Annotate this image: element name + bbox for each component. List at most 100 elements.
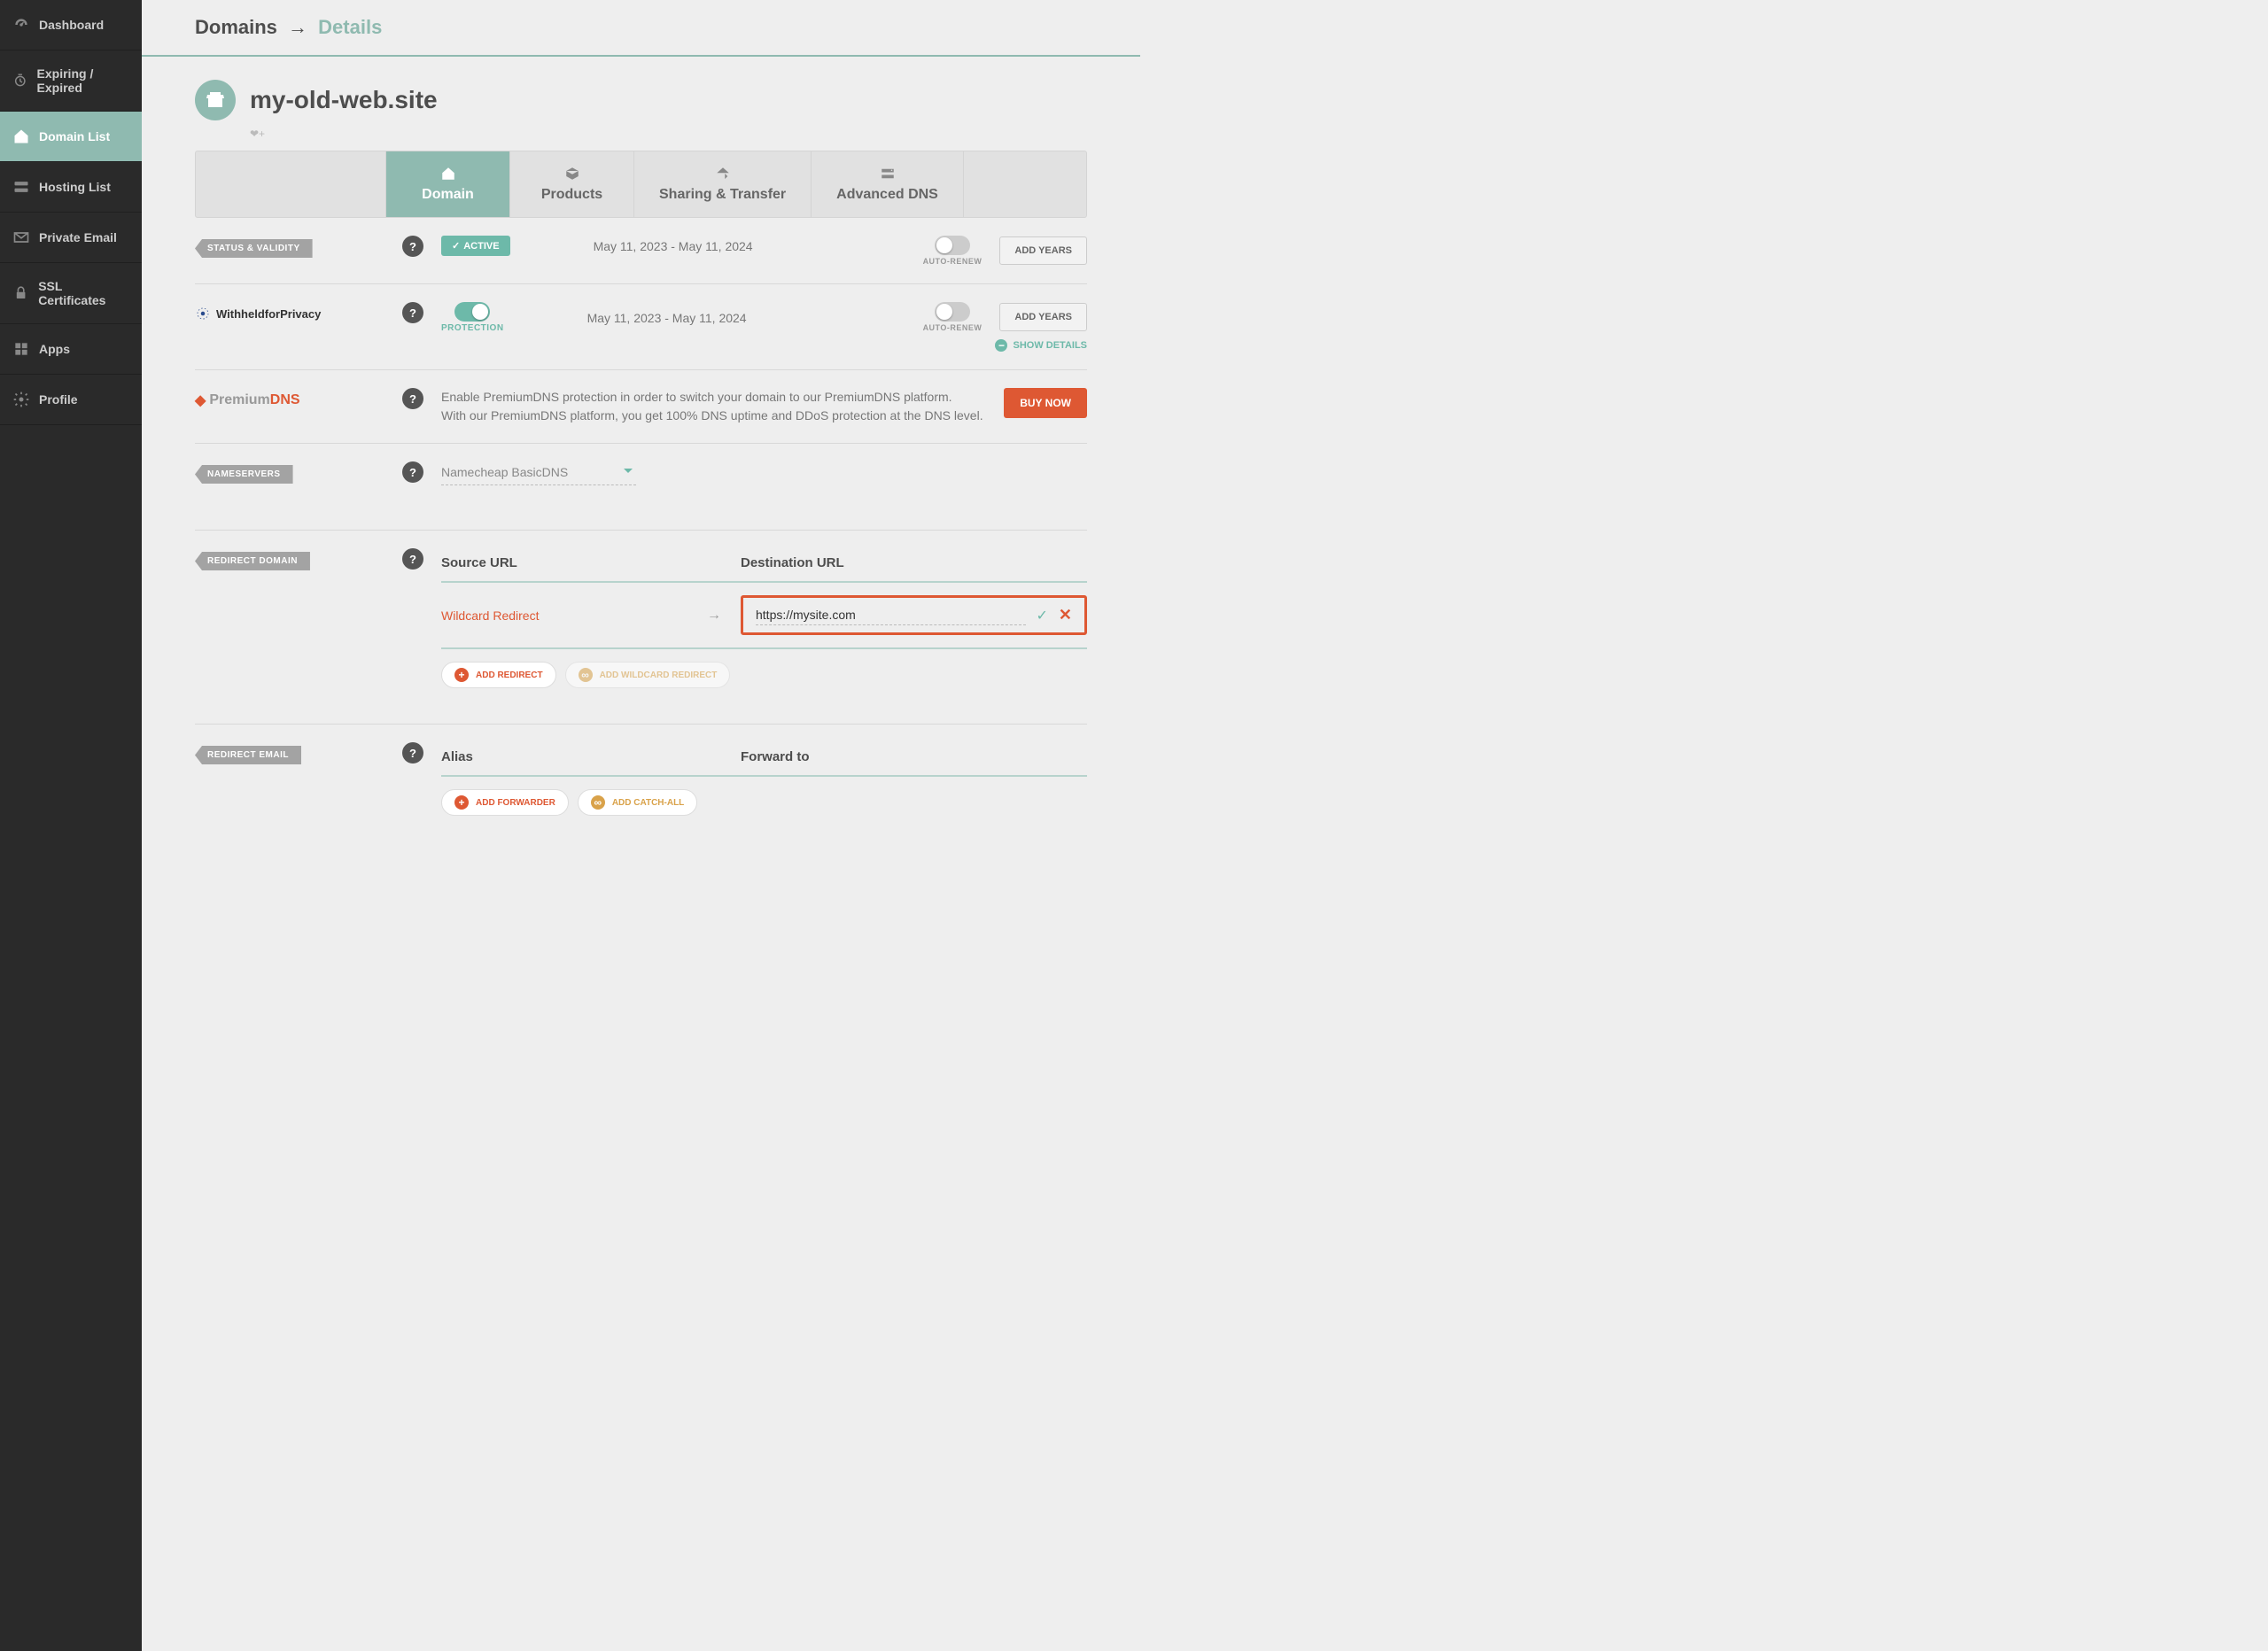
plus-icon: + — [454, 795, 469, 810]
sidebar-label: Hosting List — [39, 180, 111, 194]
auto-renew-label: AUTO-RENEW — [923, 323, 983, 332]
tab-label: Advanced DNS — [836, 187, 938, 203]
store-icon — [195, 80, 236, 120]
destination-url-input[interactable] — [756, 605, 1026, 625]
protection-toggle[interactable] — [454, 302, 490, 322]
add-years-button[interactable]: ADD YEARS — [999, 236, 1087, 265]
privacy-dates: May 11, 2023 - May 11, 2024 — [587, 311, 747, 325]
section-label-redirect-domain: REDIRECT DOMAIN — [195, 552, 310, 570]
premiumdns-desc-2: With our PremiumDNS platform, you get 10… — [441, 407, 986, 425]
section-label-redirect-email: REDIRECT EMAIL — [195, 746, 301, 764]
mail-icon — [12, 229, 30, 246]
section-label-nameservers: NAMESERVERS — [195, 465, 293, 484]
sidebar-label: Apps — [39, 342, 70, 356]
gauge-icon — [12, 16, 30, 34]
add-redirect-button[interactable]: +ADD REDIRECT — [441, 662, 556, 688]
sidebar-item-profile[interactable]: Profile — [0, 375, 142, 425]
sidebar-label: Dashboard — [39, 18, 104, 32]
sidebar: Dashboard Expiring / Expired Domain List… — [0, 0, 142, 1651]
sidebar-item-apps[interactable]: Apps — [0, 324, 142, 375]
tab-label: Domain — [422, 187, 474, 203]
sidebar-label: Private Email — [39, 230, 117, 244]
col-source-url: Source URL — [441, 555, 741, 570]
tabs: Domain Products Sharing & Transfer Advan… — [195, 151, 1087, 218]
premiumdns-desc-1: Enable PremiumDNS protection in order to… — [441, 388, 986, 407]
col-forward-to: Forward to — [741, 749, 810, 764]
withheld-brand: WithheldforPrivacy — [195, 306, 321, 322]
sidebar-label: SSL Certificates — [38, 279, 129, 307]
plus-icon: + — [454, 668, 469, 682]
clock-icon — [12, 72, 28, 89]
tab-sharing[interactable]: Sharing & Transfer — [634, 151, 812, 217]
status-badge: ACTIVE — [441, 236, 510, 256]
privacy-auto-renew-toggle[interactable] — [935, 302, 970, 322]
arrow-icon: → — [707, 608, 741, 624]
breadcrumb-current: Details — [318, 16, 382, 38]
arrow-icon: → — [288, 16, 307, 38]
section-redirect-email: REDIRECT EMAIL ? Alias Forward to +ADD F… — [195, 725, 1087, 833]
confirm-icon[interactable]: ✓ — [1037, 607, 1048, 624]
help-icon[interactable]: ? — [402, 742, 423, 763]
protection-label: PROTECTION — [441, 323, 504, 333]
section-nameservers: NAMESERVERS ? Namecheap BasicDNS — [195, 444, 1087, 531]
col-alias: Alias — [441, 749, 741, 764]
help-icon[interactable]: ? — [402, 302, 423, 323]
sidebar-item-domain-list[interactable]: Domain List — [0, 112, 142, 162]
server-icon — [12, 178, 30, 196]
sidebar-item-hosting-list[interactable]: Hosting List — [0, 162, 142, 213]
add-catchall-button[interactable]: ∞ADD CATCH-ALL — [578, 789, 697, 816]
add-wildcard-redirect-button[interactable]: ∞ADD WILDCARD REDIRECT — [565, 662, 731, 688]
grid-icon — [12, 340, 30, 358]
show-details-link[interactable]: SHOW DETAILS — [995, 339, 1087, 352]
section-label-status: STATUS & VALIDITY — [195, 239, 313, 258]
tab-advanced-dns[interactable]: Advanced DNS — [812, 151, 964, 217]
sidebar-item-ssl[interactable]: SSL Certificates — [0, 263, 142, 324]
section-privacy: WithheldforPrivacy ? PROTECTION May 11, … — [195, 284, 1087, 370]
infinity-icon: ∞ — [579, 668, 593, 682]
tab-blank — [196, 151, 386, 217]
sidebar-label: Expiring / Expired — [37, 66, 129, 95]
breadcrumb-root[interactable]: Domains — [195, 16, 277, 38]
sidebar-item-private-email[interactable]: Private Email — [0, 213, 142, 263]
section-status: STATUS & VALIDITY ? ACTIVE May 11, 2023 … — [195, 218, 1087, 284]
section-premiumdns: ◆ PremiumDNS ? Enable PremiumDNS protect… — [195, 370, 1087, 444]
destination-highlight: ✓ ✕ — [741, 595, 1087, 635]
tab-products[interactable]: Products — [510, 151, 634, 217]
section-redirect-domain: REDIRECT DOMAIN ? Source URL Destination… — [195, 531, 1087, 725]
gear-icon — [12, 391, 30, 408]
tab-spacer — [964, 151, 1086, 217]
redirect-type[interactable]: Wildcard Redirect — [441, 608, 707, 623]
lock-icon — [12, 284, 29, 302]
sidebar-label: Domain List — [39, 129, 110, 143]
auto-renew-label: AUTO-RENEW — [923, 257, 983, 266]
add-years-button[interactable]: ADD YEARS — [999, 303, 1087, 331]
help-icon[interactable]: ? — [402, 236, 423, 257]
sidebar-item-dashboard[interactable]: Dashboard — [0, 0, 142, 50]
breadcrumb: Domains → Details — [142, 0, 1140, 57]
page-title: my-old-web.site — [250, 86, 438, 114]
infinity-icon: ∞ — [591, 795, 605, 810]
help-icon[interactable]: ? — [402, 461, 423, 483]
tab-label: Sharing & Transfer — [659, 187, 786, 203]
diamond-icon: ◆ — [195, 391, 206, 409]
status-dates: May 11, 2023 - May 11, 2024 — [594, 239, 753, 253]
privacy-icon — [195, 306, 211, 322]
add-forwarder-button[interactable]: +ADD FORWARDER — [441, 789, 569, 816]
col-dest-url: Destination URL — [741, 555, 844, 570]
page-title-row: my-old-web.site — [195, 80, 1087, 120]
tab-domain[interactable]: Domain — [386, 151, 510, 217]
auto-renew-toggle[interactable] — [935, 236, 970, 255]
buy-now-button[interactable]: BUY NOW — [1004, 388, 1087, 418]
sidebar-label: Profile — [39, 392, 78, 407]
redirect-row: Wildcard Redirect → ✓ ✕ — [441, 581, 1087, 649]
premiumdns-brand: ◆ PremiumDNS — [195, 391, 300, 409]
nameservers-dropdown[interactable]: Namecheap BasicDNS — [441, 461, 636, 485]
main: Domains → Details my-old-web.site ❤+ Dom… — [142, 0, 1140, 1651]
tag-icon[interactable]: ❤+ — [250, 128, 1087, 140]
home-icon — [12, 128, 30, 145]
tab-label: Products — [541, 187, 602, 203]
help-icon[interactable]: ? — [402, 548, 423, 570]
cancel-icon[interactable]: ✕ — [1059, 606, 1072, 624]
help-icon[interactable]: ? — [402, 388, 423, 409]
sidebar-item-expiring[interactable]: Expiring / Expired — [0, 50, 142, 112]
